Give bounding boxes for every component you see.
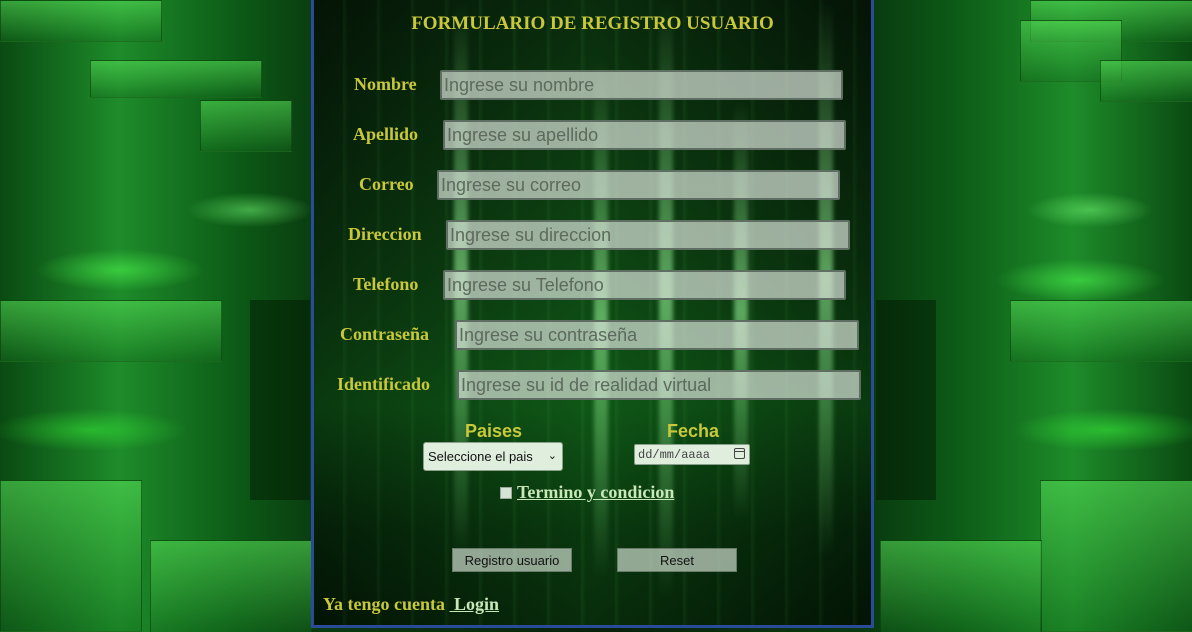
background-block [90,60,262,98]
background-block [0,300,222,362]
background-shadow [250,300,310,500]
surname-label: Apellido [353,124,419,144]
background-block [1100,60,1192,102]
background-shadow [876,300,936,500]
vr-id-label: Identificado [337,374,431,394]
name-input[interactable] [440,70,843,100]
form-title: FORMULARIO DE REGISTRO USUARIO [411,13,774,34]
email-input[interactable] [437,170,840,200]
address-input[interactable] [446,220,850,250]
background-block [150,540,312,632]
email-label: Correo [359,174,414,194]
register-button[interactable]: Registro usuario [452,548,572,572]
background-block [0,0,162,42]
terms-checkbox[interactable] [500,487,512,499]
phone-input[interactable] [443,270,846,300]
login-link[interactable]: Login [450,594,499,614]
background-block [880,540,1042,632]
have-account-label: Ya tengo cuenta [323,594,445,614]
background-block [1040,480,1192,632]
registration-form-panel: FORMULARIO DE REGISTRO USUARIO Nombre Ap… [311,0,874,628]
country-select-value: Seleccione el pais [428,449,533,464]
background-block [1010,300,1192,362]
background-block [0,480,142,632]
reset-button[interactable]: Reset [617,548,737,572]
country-label: Paises [465,421,523,441]
surname-input[interactable] [443,120,846,150]
name-label: Nombre [354,74,417,94]
date-input[interactable]: dd/mm/aaaa [634,444,750,465]
chevron-down-icon: ⌄ [547,450,557,462]
background-block [200,100,292,152]
calendar-icon[interactable] [734,448,745,459]
phone-label: Telefono [353,274,419,294]
terms-link[interactable]: Termino y condicion [517,482,674,503]
password-input[interactable] [455,320,859,350]
password-label: Contraseña [340,324,429,344]
date-label: Fecha [667,421,720,441]
have-account-text: Ya tengo cuenta Login [323,594,499,615]
vr-id-input[interactable] [457,370,861,400]
date-input-placeholder: dd/mm/aaaa [638,447,711,462]
country-select[interactable]: Seleccione el pais ⌄ [423,442,563,471]
address-label: Direccion [348,224,422,244]
